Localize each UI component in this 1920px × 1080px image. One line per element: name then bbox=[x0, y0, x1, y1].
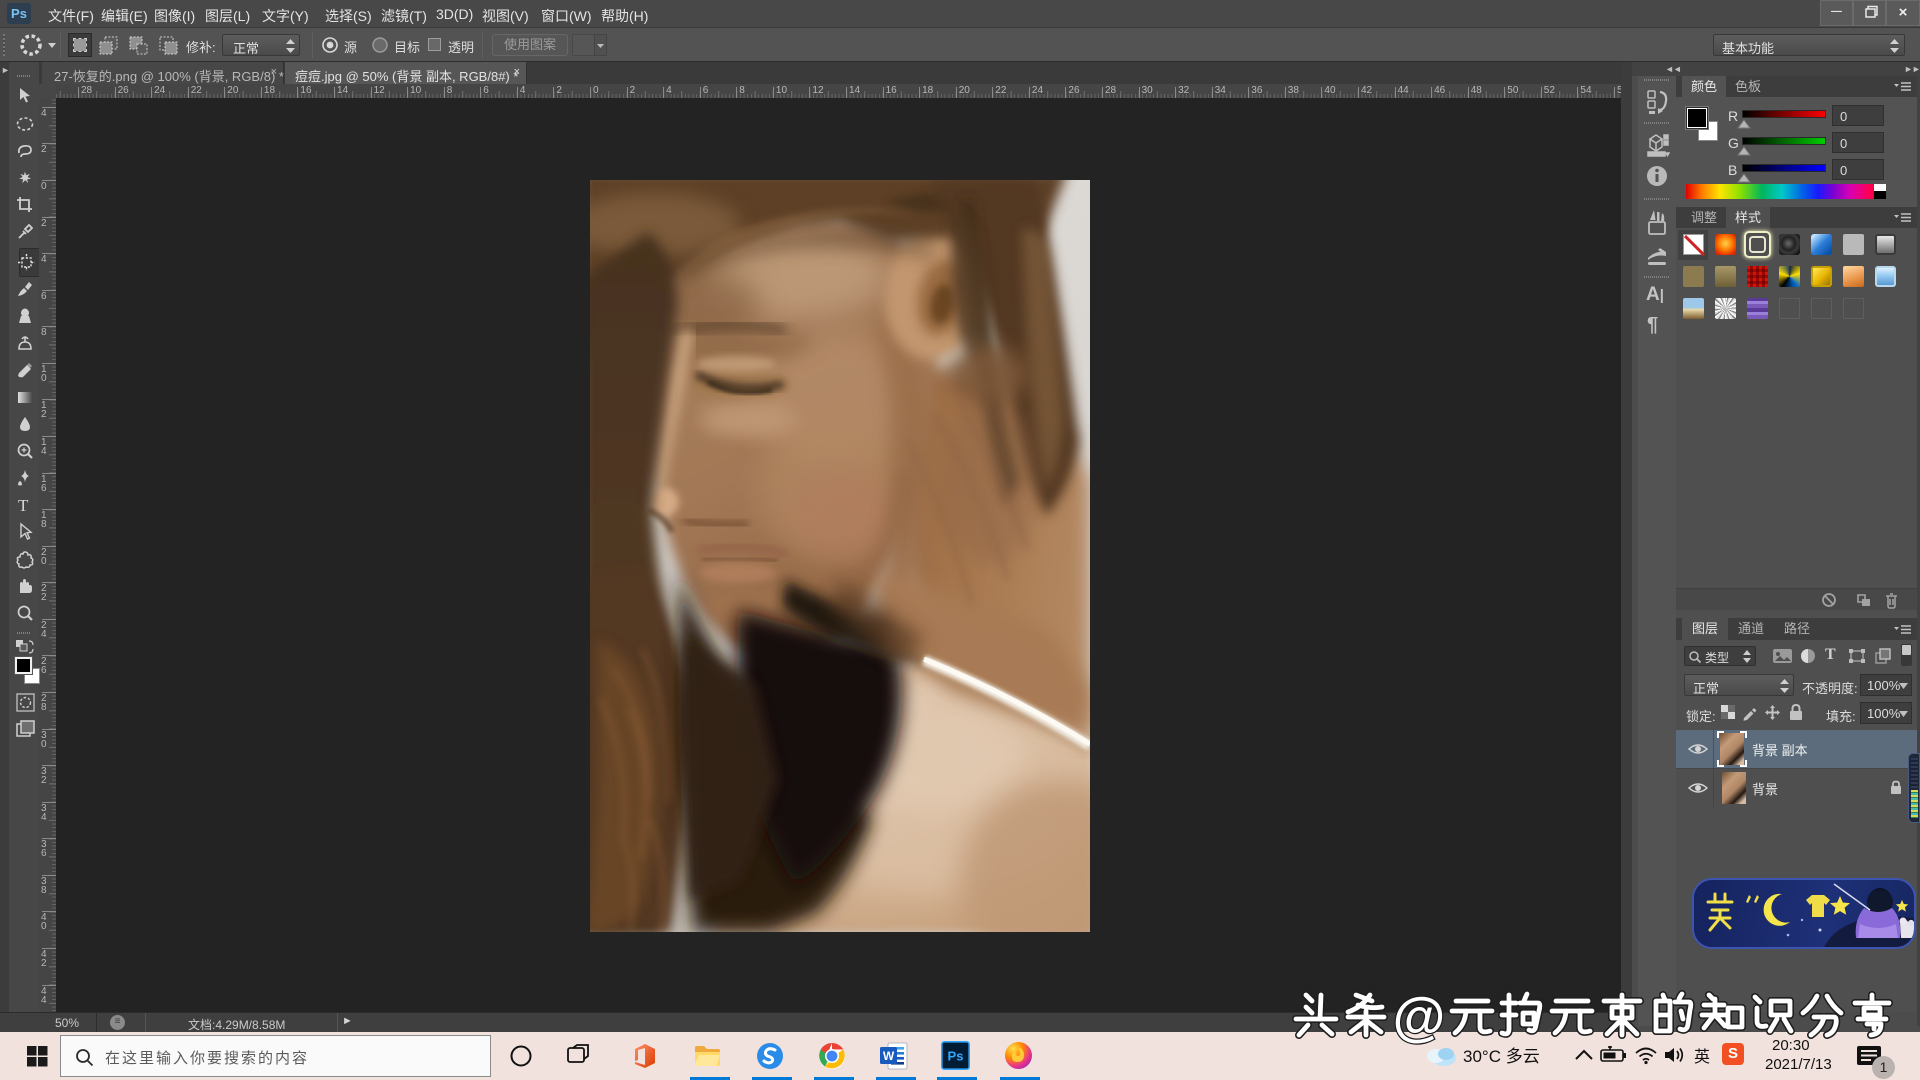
svg-text:W: W bbox=[883, 1049, 895, 1063]
svg-text:Ps: Ps bbox=[948, 1049, 964, 1064]
